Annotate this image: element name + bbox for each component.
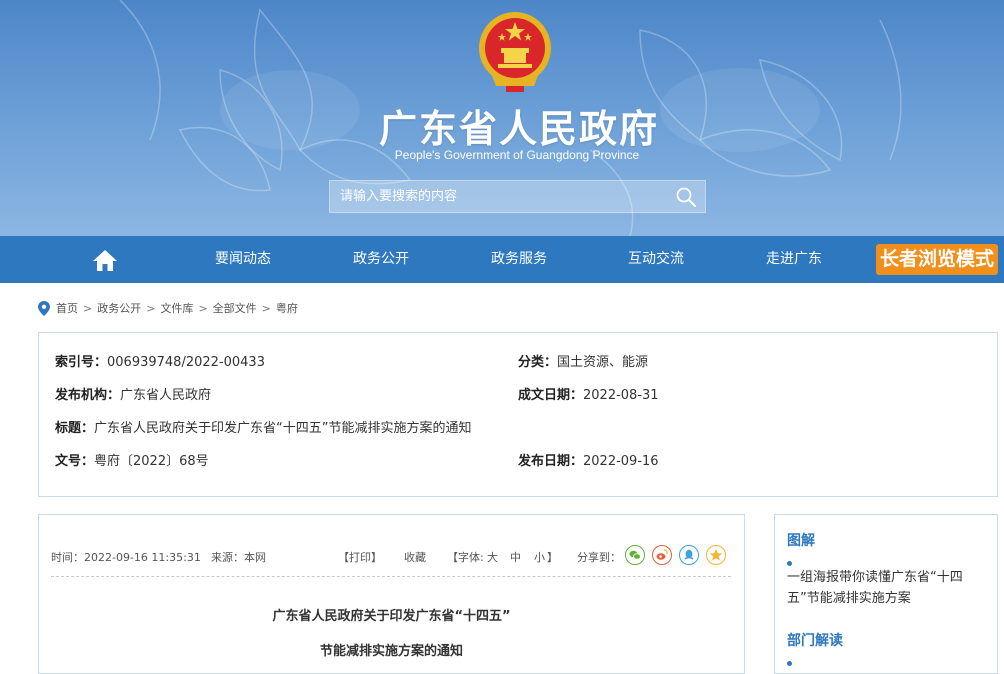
- breadcrumb-home[interactable]: 首页: [56, 300, 78, 316]
- search-bar: [329, 180, 706, 213]
- elder-mode-button[interactable]: 长者浏览模式: [876, 244, 998, 275]
- sidebar-link-poster[interactable]: 一组海报带你读懂广东省“十四五”节能减排实施方案: [787, 567, 987, 609]
- meta-doc-number: 文号：粤府〔2022〕68号: [55, 450, 209, 469]
- meta-written-value: 2022-08-31: [583, 388, 659, 403]
- meta-docno-label: 文号：: [55, 454, 95, 469]
- nav-item-about-guangdong[interactable]: 走进广东: [744, 236, 844, 283]
- national-emblem-icon: [479, 12, 551, 92]
- font-size-close: 】: [547, 551, 558, 564]
- favorite-button[interactable]: 收藏: [404, 549, 426, 565]
- font-large-button[interactable]: 大: [487, 549, 498, 565]
- meta-published-label: 发布日期：: [518, 454, 584, 469]
- meta-title-label: 标题：: [55, 421, 95, 436]
- share-label: 分享到：: [577, 551, 621, 564]
- breadcrumb-library[interactable]: 文件库: [160, 300, 193, 316]
- meta-category: 分类：国土资源、能源: [518, 351, 648, 370]
- weibo-share-icon[interactable]: [652, 545, 672, 565]
- breadcrumb-all-files[interactable]: 全部文件: [213, 300, 257, 316]
- article-panel: 时间：2022-09-16 11:35:31 来源：本网 【打印】 收藏 【字体…: [38, 514, 745, 674]
- meta-issuer-value: 广东省人民政府: [120, 388, 212, 403]
- breadcrumb-separator: >: [146, 301, 156, 315]
- qzone-share-icon[interactable]: [706, 545, 726, 565]
- article-divider: [51, 576, 731, 577]
- sidebar-panel: 图解 一组海报带你读懂广东省“十四五”节能减排实施方案 部门解读: [774, 514, 998, 674]
- sidebar-heading-dept-interpretation[interactable]: 部门解读: [787, 630, 843, 650]
- print-button[interactable]: 【打印】: [338, 549, 382, 565]
- wechat-share-icon[interactable]: [625, 545, 645, 565]
- nav-item-interaction[interactable]: 互动交流: [606, 236, 706, 283]
- breadcrumb: 首页 > 政务公开 > 文件库 > 全部文件 > 粤府: [38, 300, 298, 316]
- font-small-button[interactable]: 小: [534, 549, 545, 565]
- sidebar-heading-graphics[interactable]: 图解: [787, 530, 815, 550]
- article-title-line1: 广东省人民政府关于印发广东省“十四五”: [272, 609, 511, 624]
- nav-item-gov-affairs[interactable]: 政务公开: [331, 236, 431, 283]
- home-icon[interactable]: [92, 248, 118, 272]
- document-meta-box: 索引号：006939748/2022-00433 分类：国土资源、能源 发布机构…: [38, 332, 998, 497]
- meta-docno-value: 粤府〔2022〕68号: [94, 454, 209, 469]
- location-pin-icon: [38, 300, 50, 316]
- nav-item-gov-services[interactable]: 政务服务: [469, 236, 569, 283]
- header-banner: 广东省人民政府 People's Government of Guangdong…: [0, 0, 1004, 236]
- article-toolbar: 时间：2022-09-16 11:35:31 来源：本网 【打印】 收藏 【字体…: [51, 545, 731, 567]
- breadcrumb-gov-affairs[interactable]: 政务公开: [97, 300, 141, 316]
- breadcrumb-separator: >: [261, 301, 271, 315]
- qq-share-icon[interactable]: [679, 545, 699, 565]
- meta-index-value: 006939748/2022-00433: [107, 355, 265, 370]
- meta-issuer-label: 发布机构：: [55, 388, 121, 403]
- breadcrumb-separator: >: [198, 301, 208, 315]
- list-bullet: [787, 661, 792, 666]
- main-nav: 要闻动态 政务公开 政务服务 互动交流 走进广东: [0, 236, 1004, 283]
- site-title: 广东省人民政府: [378, 107, 659, 151]
- meta-index-label: 索引号：: [55, 355, 108, 370]
- nav-item-news[interactable]: 要闻动态: [193, 236, 293, 283]
- meta-published-date: 发布日期：2022-09-16: [518, 450, 659, 469]
- meta-issuer: 发布机构：广东省人民政府: [55, 384, 211, 403]
- list-bullet: [787, 561, 792, 566]
- font-medium-button[interactable]: 中: [510, 549, 521, 565]
- meta-title-value: 广东省人民政府关于印发广东省“十四五”节能减排实施方案的通知: [94, 421, 472, 436]
- meta-title: 标题：广东省人民政府关于印发广东省“十四五”节能减排实施方案的通知: [55, 417, 472, 436]
- breadcrumb-yuefu[interactable]: 粤府: [276, 300, 298, 316]
- meta-published-value: 2022-09-16: [583, 454, 659, 469]
- article-time: 时间：2022-09-16 11:35:31: [51, 551, 201, 564]
- meta-category-value: 国土资源、能源: [557, 355, 649, 370]
- meta-written-date: 成文日期：2022-08-31: [518, 384, 659, 403]
- breadcrumb-separator: >: [83, 301, 93, 315]
- article-title-line2: 节能减排实施方案的通知: [319, 644, 463, 659]
- article-source: 来源：本网: [211, 551, 266, 564]
- search-icon[interactable]: [675, 186, 697, 208]
- font-size-label: 【字体:: [447, 551, 484, 564]
- meta-written-label: 成文日期：: [518, 388, 584, 403]
- site-subtitle: People's Government of Guangdong Provinc…: [394, 148, 640, 162]
- meta-category-label: 分类：: [518, 355, 558, 370]
- search-input[interactable]: [330, 181, 660, 212]
- meta-index: 索引号：006939748/2022-00433: [55, 351, 265, 370]
